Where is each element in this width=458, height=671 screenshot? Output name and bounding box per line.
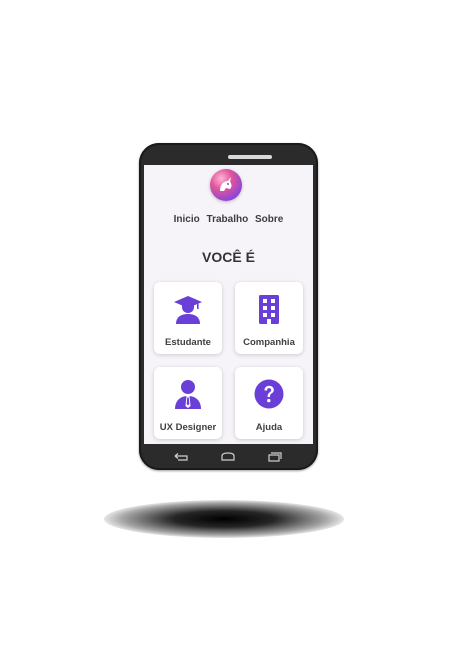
- building-icon: [254, 294, 284, 324]
- card-label: Companhia: [243, 337, 295, 348]
- top-nav: Inicio Trabalho Sobre: [144, 214, 313, 225]
- card-estudante[interactable]: Estudante: [154, 282, 222, 354]
- card-label: UX Designer: [159, 422, 217, 433]
- recent-apps-icon[interactable]: [268, 449, 282, 462]
- nav-item-sobre[interactable]: Sobre: [255, 214, 283, 225]
- user-tie-icon: [173, 379, 203, 409]
- card-companhia[interactable]: Companhia: [235, 282, 303, 354]
- question-circle-icon: [254, 379, 284, 409]
- phone-speaker: [228, 155, 272, 159]
- nav-item-trabalho[interactable]: Trabalho: [207, 214, 249, 225]
- back-icon[interactable]: [174, 449, 188, 461]
- page-title: VOCÊ É: [202, 249, 255, 265]
- device-shadow: [104, 500, 344, 538]
- graduate-icon: [173, 294, 203, 324]
- card-ajuda[interactable]: Ajuda: [235, 367, 303, 439]
- card-label: Estudante: [165, 337, 211, 348]
- phone-screen: Inicio Trabalho Sobre VOCÊ É Estudante C…: [144, 165, 313, 444]
- home-icon[interactable]: [220, 449, 236, 461]
- android-nav-bar: [144, 444, 313, 466]
- unicorn-logo-icon[interactable]: [210, 169, 242, 201]
- nav-item-inicio[interactable]: Inicio: [174, 214, 200, 225]
- card-label: Ajuda: [255, 422, 283, 433]
- card-ux-designer[interactable]: UX Designer: [154, 367, 222, 439]
